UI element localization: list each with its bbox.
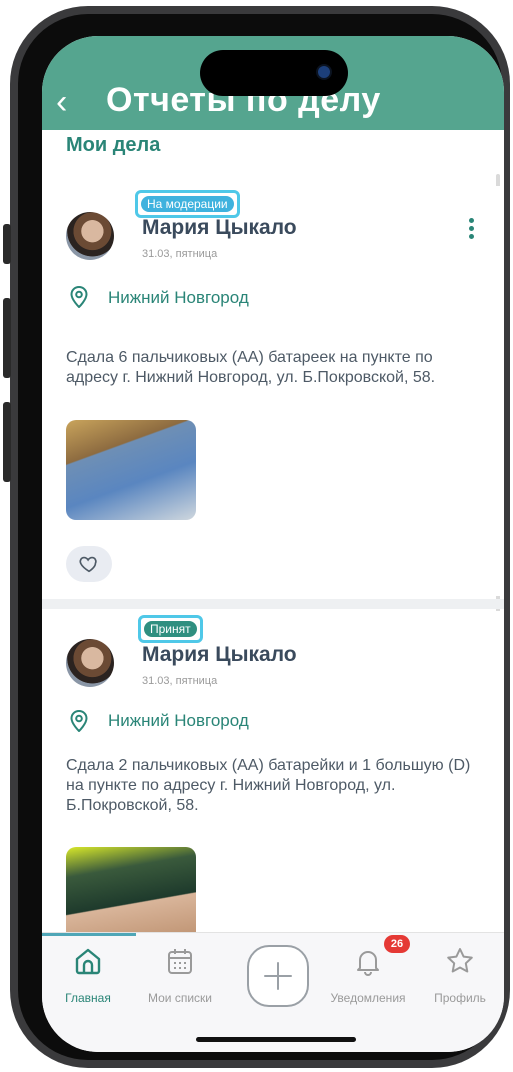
status-badge: Принят xyxy=(144,621,197,637)
header: ‹ Отчеты по делу xyxy=(42,36,504,130)
report-text: Сдала 6 пальчиковых (АА) батареек на пун… xyxy=(66,349,436,386)
home-icon xyxy=(75,948,101,975)
plus-icon xyxy=(264,962,292,990)
tab-profile[interactable]: Профиль xyxy=(414,945,504,1005)
more-menu-icon[interactable] xyxy=(466,218,476,242)
location-pin-icon xyxy=(70,286,88,308)
tab-my-lists[interactable]: Мои списки xyxy=(134,945,226,1005)
home-indicator[interactable] xyxy=(196,1037,356,1042)
heart-icon xyxy=(79,556,97,573)
avatar[interactable] xyxy=(66,212,114,260)
author-name[interactable]: Мария Цыкало xyxy=(142,216,297,240)
calendar-icon xyxy=(168,949,192,974)
tab-notifications[interactable]: Уведомления xyxy=(322,945,414,1005)
tab-home[interactable]: Главная xyxy=(42,945,134,1005)
chevron-left-icon: ‹ xyxy=(56,83,68,121)
tab-label: Уведомления xyxy=(330,991,406,1005)
avatar[interactable] xyxy=(66,639,114,687)
volume-up-button xyxy=(3,298,11,378)
like-button[interactable] xyxy=(66,546,112,582)
tab-label: Мои списки xyxy=(148,991,212,1005)
status-badge: На модерации xyxy=(141,196,234,212)
report-photo[interactable] xyxy=(66,420,196,520)
active-tab-indicator xyxy=(42,933,136,936)
mute-switch xyxy=(3,224,11,264)
location-label: Нижний Новгород xyxy=(108,711,249,730)
add-report-button[interactable] xyxy=(247,945,309,1007)
star-icon xyxy=(447,948,473,973)
notification-count-badge: 26 xyxy=(384,935,410,953)
tab-label: Профиль xyxy=(434,991,486,1005)
bell-icon xyxy=(357,951,379,976)
report-text: Сдала 2 пальчиковых (АА) батарейки и 1 б… xyxy=(66,757,471,814)
section-title: Мои дела xyxy=(66,134,161,156)
camera-icon xyxy=(318,66,330,78)
bottom-tab-bar: Главная Мои списки Уведомления 26 Профил… xyxy=(42,932,504,1052)
volume-down-button xyxy=(3,402,11,482)
location-label: Нижний Новгород xyxy=(108,288,249,307)
report-date: 31.03, пятница xyxy=(142,248,218,260)
dynamic-island xyxy=(200,50,348,96)
card-divider xyxy=(42,599,504,609)
tab-label: Главная xyxy=(65,991,111,1005)
location-pin-icon xyxy=(70,710,88,732)
status-badge-highlight: Принят xyxy=(138,615,203,643)
report-date: 31.03, пятница xyxy=(142,675,218,687)
back-button[interactable]: ‹ xyxy=(56,82,67,122)
report-card: На модерации Мария Цыкало 31.03, пятница… xyxy=(42,186,504,596)
author-name[interactable]: Мария Цыкало xyxy=(142,643,297,667)
app-screen: ‹ Отчеты по делу Мои дела На модерации М… xyxy=(42,36,504,1052)
status-badge-highlight: На модерации xyxy=(135,190,240,218)
report-card: Принят Мария Цыкало 31.03, пятница Нижни… xyxy=(42,611,504,947)
